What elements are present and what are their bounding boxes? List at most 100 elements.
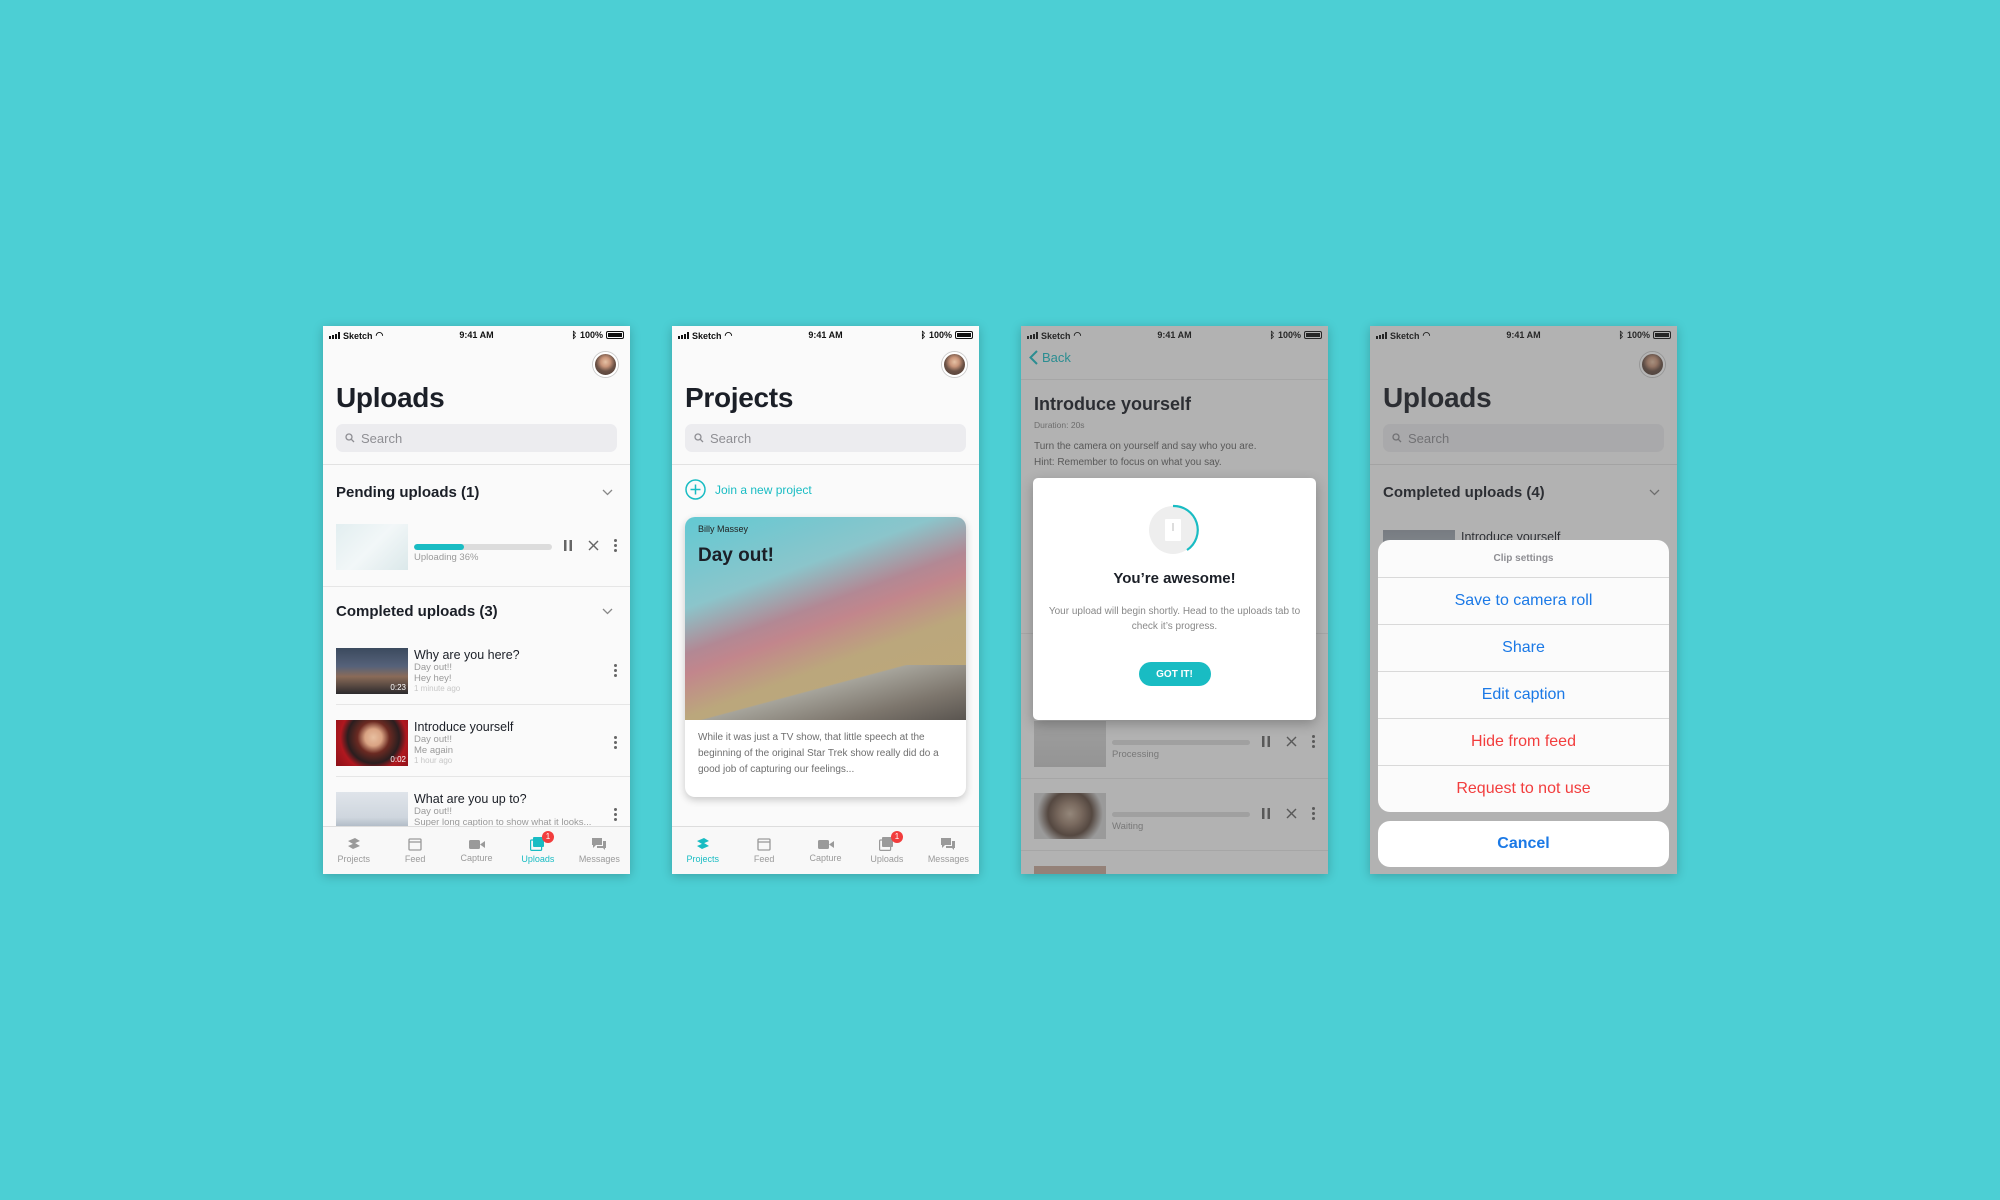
pause-icon[interactable] [563,540,573,551]
search-icon [694,433,704,443]
modal-body: Your upload will begin shortly. Head to … [1048,606,1301,632]
divider [672,464,979,465]
save-to-camera-roll-option[interactable]: Save to camera roll [1378,577,1669,624]
tab-capture[interactable]: Capture [446,827,507,874]
share-option[interactable]: Share [1378,624,1669,671]
tab-label: Capture [809,852,842,863]
card-title: Day out! [698,545,774,566]
cancel-button[interactable]: Cancel [1378,821,1669,867]
more-icon[interactable] [613,539,617,552]
item-project: Day out!! [414,734,453,745]
avatar[interactable] [593,352,618,377]
battery-percent: 100% [928,330,952,340]
search-icon [345,433,355,443]
tab-uploads[interactable]: 1 Uploads [856,827,917,874]
section-title: Completed uploads (3) [336,603,498,620]
search-input[interactable]: Search [336,424,617,452]
tab-uploads[interactable]: 1 Uploads [507,827,568,874]
modal-title: You’re awesome! [1113,570,1236,587]
item-caption: Me again [414,745,454,756]
divider [323,586,630,587]
video-camera-icon [468,839,485,849]
search-input[interactable]: Search [685,424,966,452]
tab-label: Messages [927,854,969,864]
pending-uploads-header[interactable]: Pending uploads (1) [336,484,617,501]
more-icon[interactable] [613,808,617,821]
hide-from-feed-option[interactable]: Hide from feed [1378,718,1669,765]
status-bar: Sketch ◠ 9:41 AM ᛒ 100% [323,326,630,344]
divider [336,704,630,705]
tab-messages[interactable]: Messages [918,827,979,874]
item-project: Day out!! [414,806,453,817]
sheet-header: Clip settings [1493,553,1554,564]
projects-icon [696,838,709,849]
tab-label: Uploads [521,854,555,864]
task-screen: Sketch ◠ 9:41 AM ᛒ 100% Back Introduce you… [1021,326,1328,874]
list-item[interactable]: Introduce yourself Day out!! Me again 1 … [414,720,513,765]
list-item[interactable]: Why are you here? Day out!! Hey hey! 1 m… [414,648,520,693]
tab-projects[interactable]: Projects [323,827,384,874]
item-caption: Hey hey! [414,673,452,684]
tab-label: Projects [337,854,370,864]
video-camera-icon [817,839,834,849]
uploads-screen: Sketch ◠ 9:41 AM ᛒ 100% Uploads Search Pen… [323,326,630,874]
video-duration: 0:23 [390,683,406,692]
join-label: Join a new project [715,482,812,497]
section-title: Pending uploads (1) [336,484,480,501]
battery-percent: 100% [579,330,603,340]
notification-badge: 1 [541,831,554,843]
status-bar: Sketch ◠ 9:41 AM ᛒ 100% [672,326,979,344]
upload-progress-bar [414,544,552,550]
upload-success-icon [1148,504,1199,554]
messages-icon [592,838,607,850]
tab-label: Uploads [870,854,904,864]
divider [336,776,630,777]
tab-projects[interactable]: Projects [672,827,733,874]
projects-screen: Sketch ◠ 9:41 AM ᛒ 100% Projects Search Jo… [672,326,979,874]
battery-icon [606,331,624,339]
tab-bar: Projects Feed Capture 1 Uploads Messages [672,826,979,874]
page-title: Projects [685,382,794,413]
battery-icon [955,331,973,339]
projects-icon [347,838,360,849]
tab-capture[interactable]: Capture [795,827,856,874]
close-icon[interactable] [588,540,599,551]
edit-caption-option[interactable]: Edit caption [1378,671,1669,718]
card-author: Billy Massey [698,524,749,534]
got-it-button[interactable]: GOT IT! [1138,662,1211,686]
chevron-down-icon[interactable] [602,489,613,496]
divider [323,464,630,465]
tab-label: Feed [753,853,775,864]
project-card[interactable]: Billy Massey Day out! While it was just … [685,517,966,797]
request-not-use-option[interactable]: Request to not use [1378,765,1669,812]
more-icon[interactable] [613,736,617,749]
search-placeholder: Search [710,430,752,446]
rock-foreground [685,665,966,720]
item-project: Day out!! [414,662,453,673]
page-title: Uploads [336,382,445,413]
join-project-button[interactable]: Join a new project [685,479,812,500]
video-thumbnail[interactable]: 0:02 [336,720,408,766]
item-title: Introduce yourself [414,720,514,734]
bluetooth-icon: ᛒ [920,330,926,340]
completed-uploads-header[interactable]: Completed uploads (3) [336,603,617,620]
card-description: While it was just a TV show, that little… [698,732,939,775]
messages-icon [941,838,956,850]
item-title: What are you up to? [414,792,527,806]
tab-label: Capture [460,852,493,863]
video-thumbnail[interactable]: 0:23 [336,648,408,694]
list-item[interactable]: What are you up to? Day out!! Super long… [414,792,591,828]
more-icon[interactable] [613,664,617,677]
tab-feed[interactable]: Feed [733,827,794,874]
tab-label: Feed [404,853,426,864]
tab-feed[interactable]: Feed [384,827,445,874]
chevron-down-icon[interactable] [602,608,613,615]
tab-label: Projects [686,854,719,864]
search-placeholder: Search [361,430,403,446]
tab-messages[interactable]: Messages [569,827,630,874]
notification-badge: 1 [890,831,903,843]
feed-icon [757,837,771,851]
tab-bar: Projects Feed Capture 1 Uploads Messages [323,826,630,874]
avatar[interactable] [942,352,967,377]
bluetooth-icon: ᛒ [571,330,577,340]
